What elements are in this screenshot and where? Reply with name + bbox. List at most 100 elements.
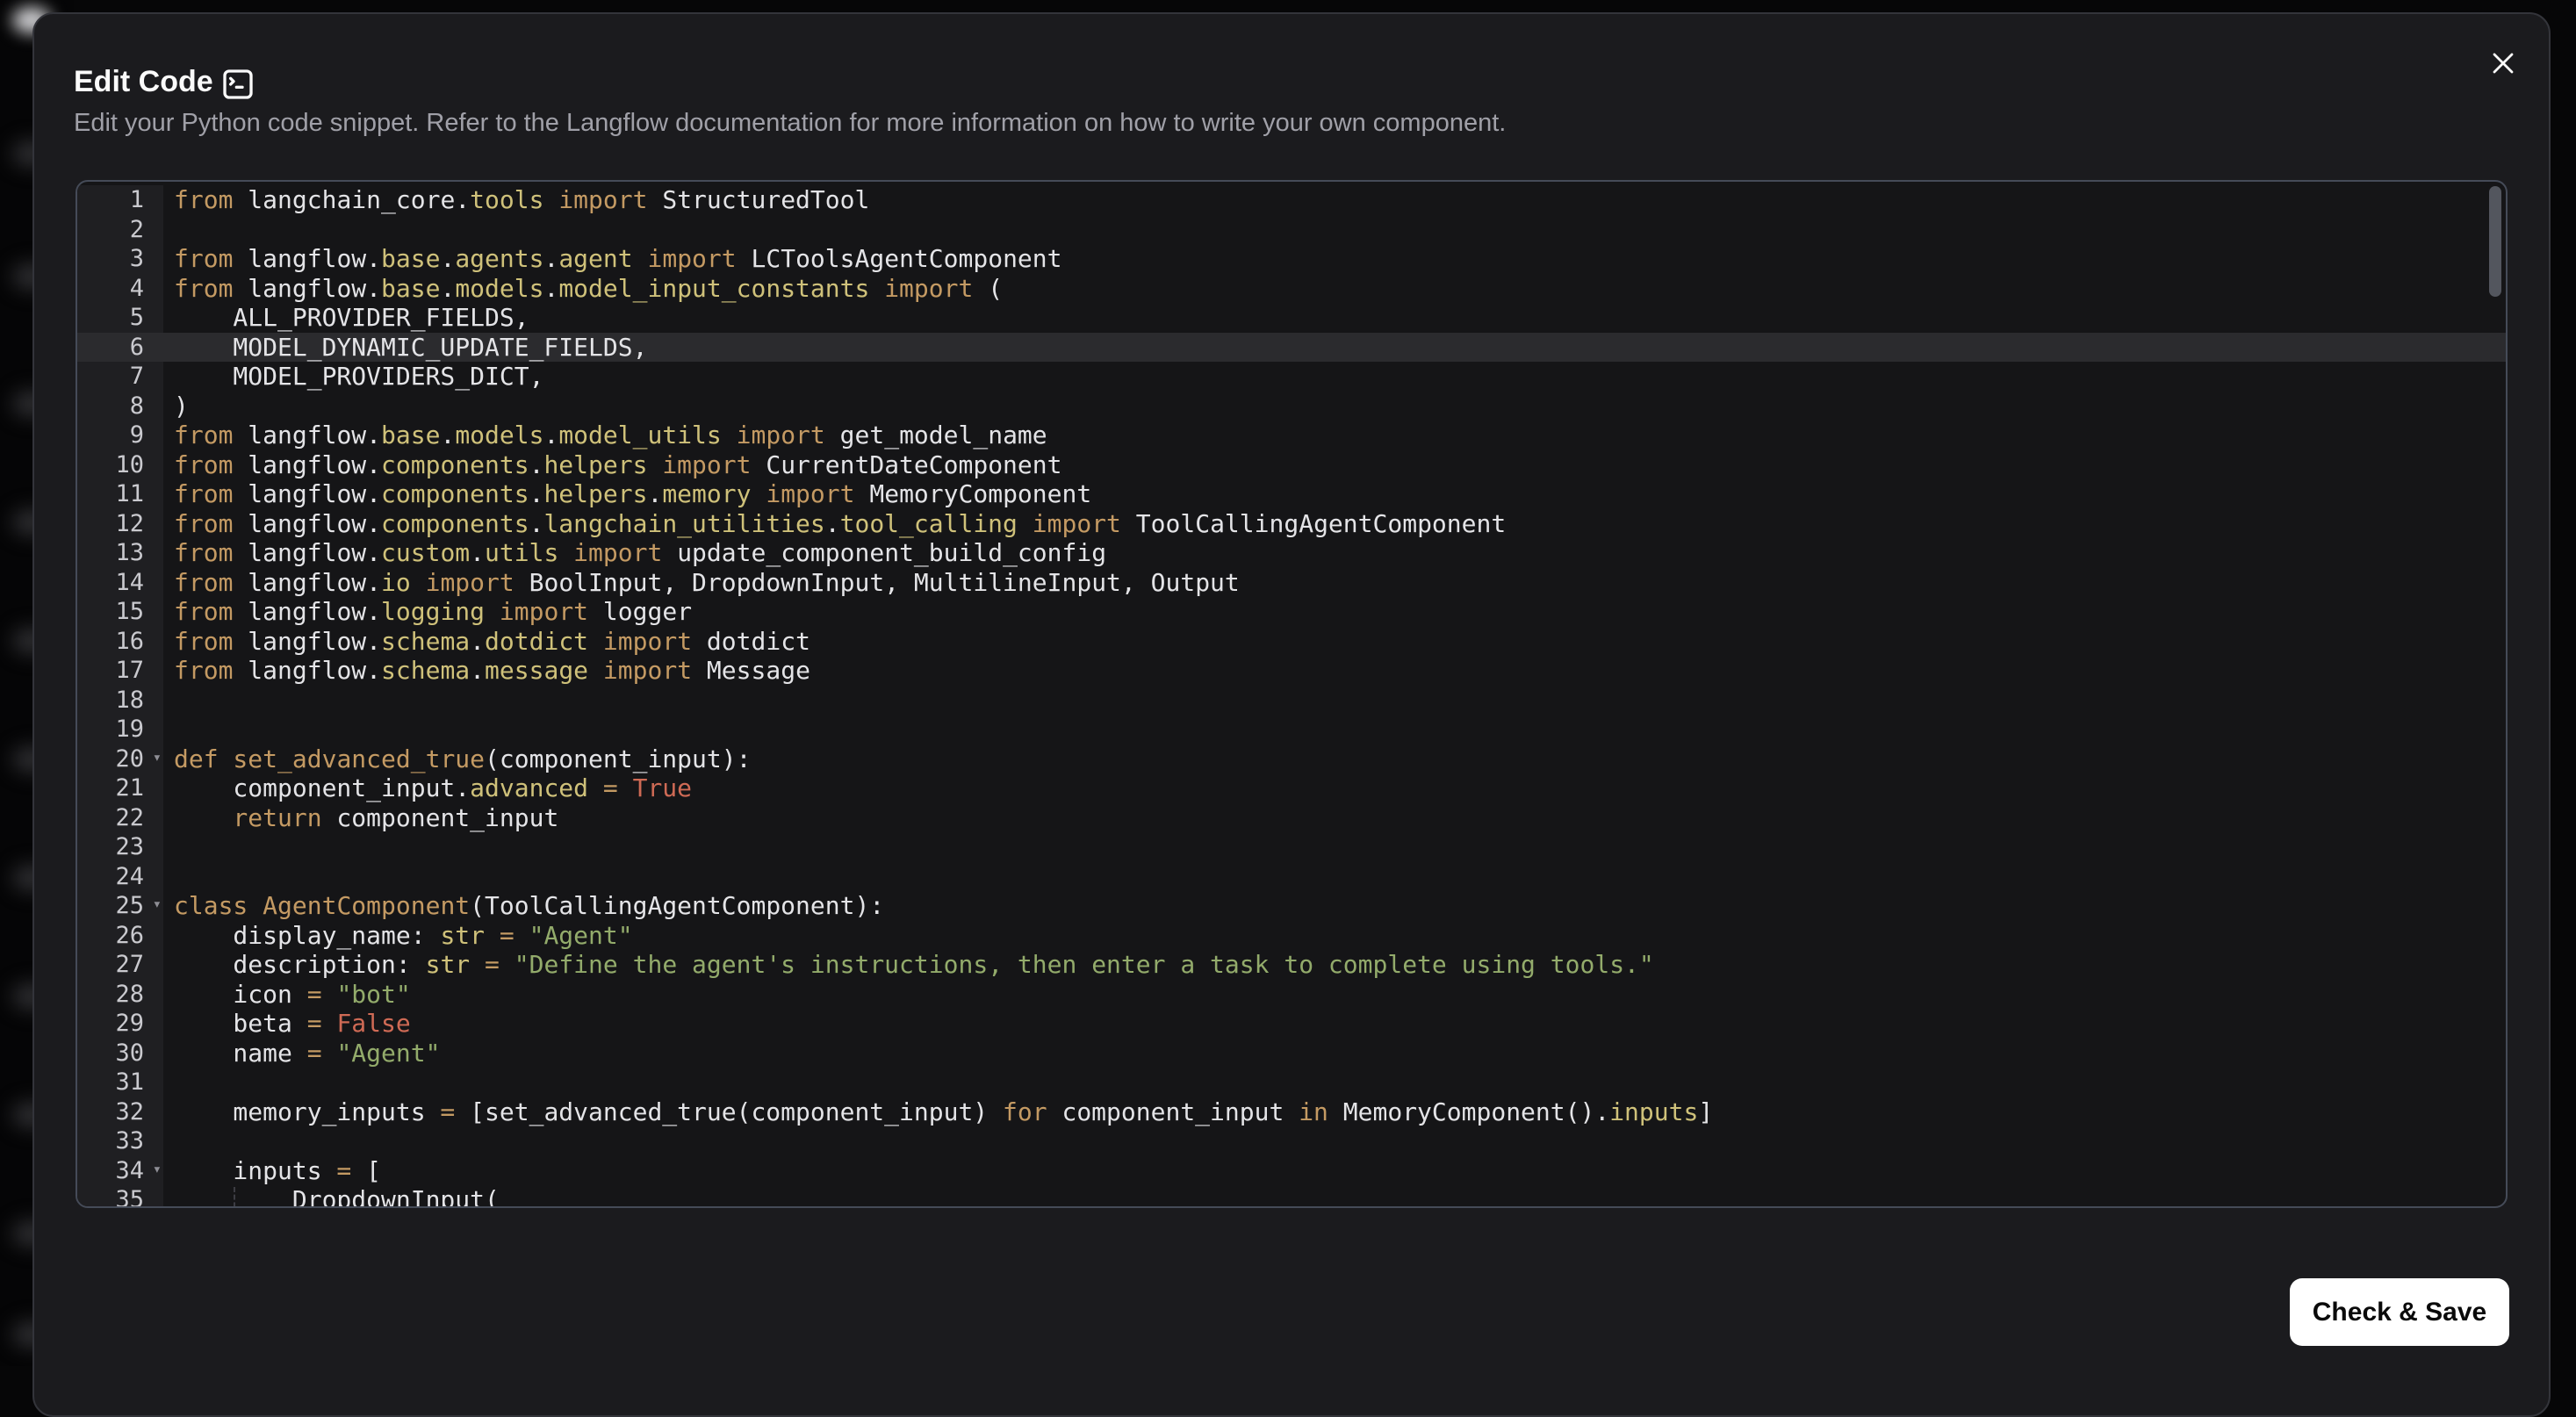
code-text: from langflow.components.helpers import … xyxy=(163,450,2506,480)
line-number: 13 xyxy=(77,538,163,568)
line-number: 12 xyxy=(77,509,163,539)
line-number: 6 xyxy=(77,333,163,363)
code-text xyxy=(163,862,2506,892)
line-number: 14 xyxy=(77,568,163,598)
line-number: 9 xyxy=(77,421,163,450)
code-text: return component_input xyxy=(163,803,2506,833)
code-text: beta = False xyxy=(163,1009,2506,1039)
code-line[interactable]: 2 xyxy=(77,215,2506,245)
code-text: from langflow.io import BoolInput, Dropd… xyxy=(163,568,2506,598)
code-line[interactable]: 16from langflow.schema.dotdict import do… xyxy=(77,627,2506,657)
indent-guide xyxy=(234,1187,235,1208)
code-line[interactable]: 32 memory_inputs = [set_advanced_true(co… xyxy=(77,1097,2506,1127)
code-lines: 1from langchain_core.tools import Struct… xyxy=(77,185,2506,1208)
code-line[interactable]: 7 MODEL_PROVIDERS_DICT, xyxy=(77,362,2506,392)
code-line[interactable]: 23 xyxy=(77,832,2506,862)
code-text: from langflow.base.models.model_input_co… xyxy=(163,274,2506,304)
code-text: def set_advanced_true(component_input): xyxy=(163,744,2506,774)
code-text: MODEL_DYNAMIC_UPDATE_FIELDS, xyxy=(163,333,2506,363)
code-line[interactable]: 5 ALL_PROVIDER_FIELDS, xyxy=(77,303,2506,333)
line-number: 26 xyxy=(77,921,163,951)
line-number: 32 xyxy=(77,1097,163,1127)
line-number: 25▾ xyxy=(77,891,163,921)
code-line[interactable]: 29 beta = False xyxy=(77,1009,2506,1039)
code-line[interactable]: 30 name = "Agent" xyxy=(77,1039,2506,1068)
code-line[interactable]: 34▾ inputs = [ xyxy=(77,1156,2506,1186)
terminal-icon xyxy=(220,67,255,102)
line-number: 4 xyxy=(77,274,163,304)
code-text: from langflow.components.langchain_utili… xyxy=(163,509,2506,539)
code-line[interactable]: 14from langflow.io import BoolInput, Dro… xyxy=(77,568,2506,598)
close-button[interactable] xyxy=(2480,40,2526,86)
code-line[interactable]: 24 xyxy=(77,862,2506,892)
line-number: 21 xyxy=(77,773,163,803)
code-line[interactable]: 11from langflow.components.helpers.memor… xyxy=(77,479,2506,509)
code-line[interactable]: 28 icon = "bot" xyxy=(77,980,2506,1010)
code-text: name = "Agent" xyxy=(163,1039,2506,1068)
code-line[interactable]: 1from langchain_core.tools import Struct… xyxy=(77,185,2506,215)
code-line[interactable]: 19 xyxy=(77,715,2506,744)
editor-scrollbar[interactable] xyxy=(2489,186,2501,297)
line-number: 33 xyxy=(77,1126,163,1156)
line-number: 30 xyxy=(77,1039,163,1068)
line-number: 27 xyxy=(77,950,163,980)
fold-toggle-icon[interactable]: ▾ xyxy=(153,744,162,773)
code-text xyxy=(163,1068,2506,1097)
code-text: ALL_PROVIDER_FIELDS, xyxy=(163,303,2506,333)
code-line[interactable]: 22 return component_input xyxy=(77,803,2506,833)
line-number: 19 xyxy=(77,715,163,744)
code-line[interactable]: 31 xyxy=(77,1068,2506,1097)
code-line[interactable]: 6 MODEL_DYNAMIC_UPDATE_FIELDS, xyxy=(77,333,2506,363)
page-title: Edit Code xyxy=(74,65,213,99)
code-line[interactable]: 10from langflow.components.helpers impor… xyxy=(77,450,2506,480)
line-number: 18 xyxy=(77,686,163,716)
code-text: from langflow.logging import logger xyxy=(163,597,2506,627)
code-line[interactable]: 27 description: str = "Define the agent'… xyxy=(77,950,2506,980)
code-line[interactable]: 35 DropdownInput( xyxy=(77,1185,2506,1208)
code-text xyxy=(163,832,2506,862)
code-text: memory_inputs = [set_advanced_true(compo… xyxy=(163,1097,2506,1127)
code-line[interactable]: 15from langflow.logging import logger xyxy=(77,597,2506,627)
line-number: 7 xyxy=(77,362,163,392)
line-number: 11 xyxy=(77,479,163,509)
line-number: 10 xyxy=(77,450,163,480)
code-line[interactable]: 12from langflow.components.langchain_uti… xyxy=(77,509,2506,539)
code-line[interactable]: 17from langflow.schema.message import Me… xyxy=(77,656,2506,686)
code-line[interactable]: 25▾class AgentComponent(ToolCallingAgent… xyxy=(77,891,2506,921)
check-save-button[interactable]: Check & Save xyxy=(2290,1278,2509,1346)
line-number: 5 xyxy=(77,303,163,333)
code-text: from langflow.base.agents.agent import L… xyxy=(163,244,2506,274)
code-line[interactable]: 4from langflow.base.models.model_input_c… xyxy=(77,274,2506,304)
line-number: 34▾ xyxy=(77,1156,163,1186)
code-text: from langflow.custom.utils import update… xyxy=(163,538,2506,568)
code-line[interactable]: 21 component_input.advanced = True xyxy=(77,773,2506,803)
line-number: 28 xyxy=(77,980,163,1010)
line-number: 22 xyxy=(77,803,163,833)
code-line[interactable]: 18 xyxy=(77,686,2506,716)
code-editor[interactable]: 1from langchain_core.tools import Struct… xyxy=(76,180,2508,1208)
code-text xyxy=(163,715,2506,744)
code-text xyxy=(163,215,2506,245)
code-line[interactable]: 8) xyxy=(77,392,2506,421)
code-line[interactable]: 3from langflow.base.agents.agent import … xyxy=(77,244,2506,274)
code-text: description: str = "Define the agent's i… xyxy=(163,950,2506,980)
code-line[interactable]: 13from langflow.custom.utils import upda… xyxy=(77,538,2506,568)
fold-toggle-icon[interactable]: ▾ xyxy=(153,890,162,920)
code-line[interactable]: 9from langflow.base.models.model_utils i… xyxy=(77,421,2506,450)
line-number: 15 xyxy=(77,597,163,627)
modal-description: Edit your Python code snippet. Refer to … xyxy=(74,109,1506,138)
code-text: from langflow.schema.dotdict import dotd… xyxy=(163,627,2506,657)
line-number: 29 xyxy=(77,1009,163,1039)
line-number: 20▾ xyxy=(77,744,163,774)
code-text: display_name: str = "Agent" xyxy=(163,921,2506,951)
code-line[interactable]: 33 xyxy=(77,1126,2506,1156)
code-text: MODEL_PROVIDERS_DICT, xyxy=(163,362,2506,392)
fold-toggle-icon[interactable]: ▾ xyxy=(153,1155,162,1185)
code-line[interactable]: 20▾def set_advanced_true(component_input… xyxy=(77,744,2506,774)
code-line[interactable]: 26 display_name: str = "Agent" xyxy=(77,921,2506,951)
code-text: from langflow.schema.message import Mess… xyxy=(163,656,2506,686)
code-text: from langflow.components.helpers.memory … xyxy=(163,479,2506,509)
line-number: 31 xyxy=(77,1068,163,1097)
code-text: from langflow.base.models.model_utils im… xyxy=(163,421,2506,450)
line-number: 35 xyxy=(77,1185,163,1208)
